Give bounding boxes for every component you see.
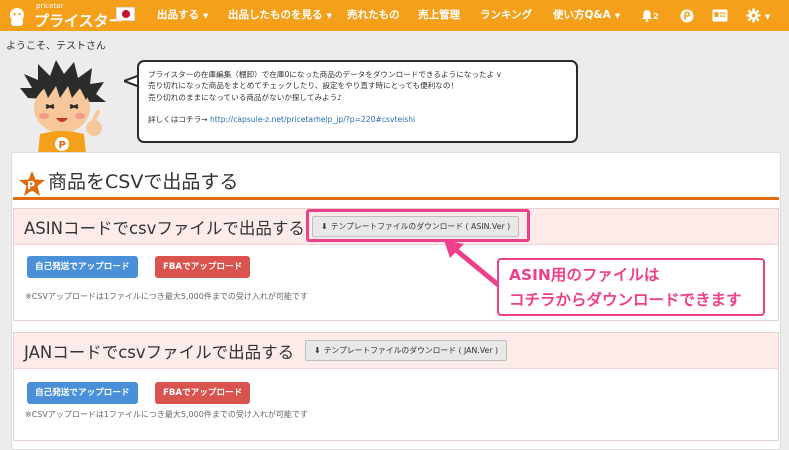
caret-down-icon: ▼ bbox=[765, 13, 771, 21]
nav-item-sold[interactable]: 売れたもの bbox=[347, 0, 400, 31]
jan-section-title: JANコードでcsvファイルで出品する bbox=[24, 343, 295, 362]
bell-glyph-icon bbox=[642, 10, 652, 22]
notification-count: 2 bbox=[653, 12, 659, 21]
nav-item-label: 売れたもの bbox=[347, 9, 400, 21]
caret-down-icon: ▼ bbox=[203, 12, 209, 20]
svg-text:P: P bbox=[59, 140, 66, 151]
detail-prefix: 詳しくはコチラ→ bbox=[148, 114, 210, 124]
logo-mascot-icon bbox=[10, 8, 24, 26]
gear-glyph-icon bbox=[746, 8, 761, 23]
nav-item-ranking[interactable]: ランキング bbox=[480, 0, 532, 31]
download-icon: ⬇ bbox=[314, 346, 321, 355]
nav-item-sales[interactable]: 売上管理 bbox=[418, 0, 460, 31]
asin-self-ship-upload-button[interactable]: 自己発送でアップロード bbox=[27, 256, 138, 278]
jan-section: JANコードでcsvファイルで出品する ⬇ テンプレートファイルのダウンロード (… bbox=[13, 332, 779, 441]
asin-section-title: ASINコードでcsvファイルで出品する bbox=[24, 219, 305, 238]
callout-line-1: ASIN用のファイルは bbox=[509, 266, 660, 284]
nav-item-help[interactable]: 使い方Q&A ▼ bbox=[553, 0, 620, 31]
svg-text:P: P bbox=[27, 179, 35, 192]
caret-down-icon: ▼ bbox=[614, 12, 621, 20]
nav-item-label: ランキング bbox=[480, 9, 533, 21]
nav-item-label: 使い方Q&A bbox=[553, 9, 611, 21]
nav-item-label: 出品したものを見る bbox=[228, 9, 323, 21]
nav-item-view-listings[interactable]: 出品したものを見る ▼ bbox=[228, 0, 332, 31]
bubble-line: 売り切れのままになっている商品がないか探してみよう♪ bbox=[148, 92, 343, 102]
asin-upload-note: ※CSVアップロードは1ファイルにつき最大5,000件までの受け入れが可能です bbox=[25, 292, 308, 301]
bubble-detail: 詳しくはコチラ→ http://capsule-z.net/pricetarhe… bbox=[148, 114, 567, 125]
logo-text: プライスター bbox=[34, 12, 124, 30]
bubble-line: プライスターの在庫編集（棚卸）で在庫0になった商品のデータをダウンロードできるよ… bbox=[148, 70, 502, 79]
bubble-line: 売り切れになった商品をまとめてチェックしたり、設定をやり直す時にとっても便利なの… bbox=[148, 81, 459, 91]
page-title: 商品をCSVで出品する bbox=[48, 171, 239, 193]
template-button-label: テンプレートファイルのダウンロード ( JAN.Ver ) bbox=[323, 346, 499, 355]
nav-item-list[interactable]: 出品する ▼ bbox=[157, 0, 208, 31]
bell-icon[interactable]: 2 bbox=[641, 0, 659, 31]
japan-flag-icon[interactable] bbox=[116, 7, 135, 21]
jan-self-ship-upload-button[interactable]: 自己発送でアップロード bbox=[27, 382, 138, 404]
p-coin-icon[interactable] bbox=[680, 0, 694, 31]
info-speech-bubble: プライスターの在庫編集（棚卸）で在庫0になった商品のデータをダウンロードできるよ… bbox=[137, 60, 578, 143]
jan-template-download-button[interactable]: ⬇ テンプレートファイルのダウンロード ( JAN.Ver ) bbox=[305, 340, 508, 361]
p-star-badge-icon: P bbox=[19, 171, 45, 196]
pricetar-logo[interactable]: pricetar プライスター bbox=[6, 2, 124, 30]
caret-down-icon: ▼ bbox=[326, 12, 332, 20]
id-card-glyph-icon bbox=[712, 9, 728, 22]
jan-fba-upload-button[interactable]: FBAでアップロード bbox=[155, 382, 251, 404]
top-nav: pricetar プライスター 出品する ▼ 出品したものを見る ▼ 売れたもの 売… bbox=[0, 0, 789, 31]
jan-section-header: JANコードでcsvファイルで出品する ⬇ テンプレートファイルのダウンロード (… bbox=[14, 333, 778, 369]
nav-item-label: 売上管理 bbox=[418, 9, 460, 21]
nav-item-label: 出品する bbox=[157, 9, 199, 21]
title-divider bbox=[13, 197, 779, 200]
callout-line-2: コチラからダウンロードできます bbox=[509, 291, 742, 309]
gear-icon[interactable]: ▼ bbox=[746, 0, 770, 31]
mascot-illustration: P bbox=[20, 60, 106, 154]
jan-upload-note: ※CSVアップロードは1ファイルにつき最大5,000件までの受け入れが可能です bbox=[25, 410, 308, 419]
p-coin-glyph-icon bbox=[680, 9, 694, 22]
asin-fba-upload-button[interactable]: FBAでアップロード bbox=[155, 256, 251, 278]
help-link[interactable]: http://capsule-z.net/pricetarhelp_jp/?p=… bbox=[210, 115, 415, 124]
welcome-text: ようこそ、テストさん bbox=[6, 41, 106, 52]
id-card-icon[interactable] bbox=[712, 0, 728, 31]
logo-small-text: pricetar bbox=[36, 2, 64, 10]
